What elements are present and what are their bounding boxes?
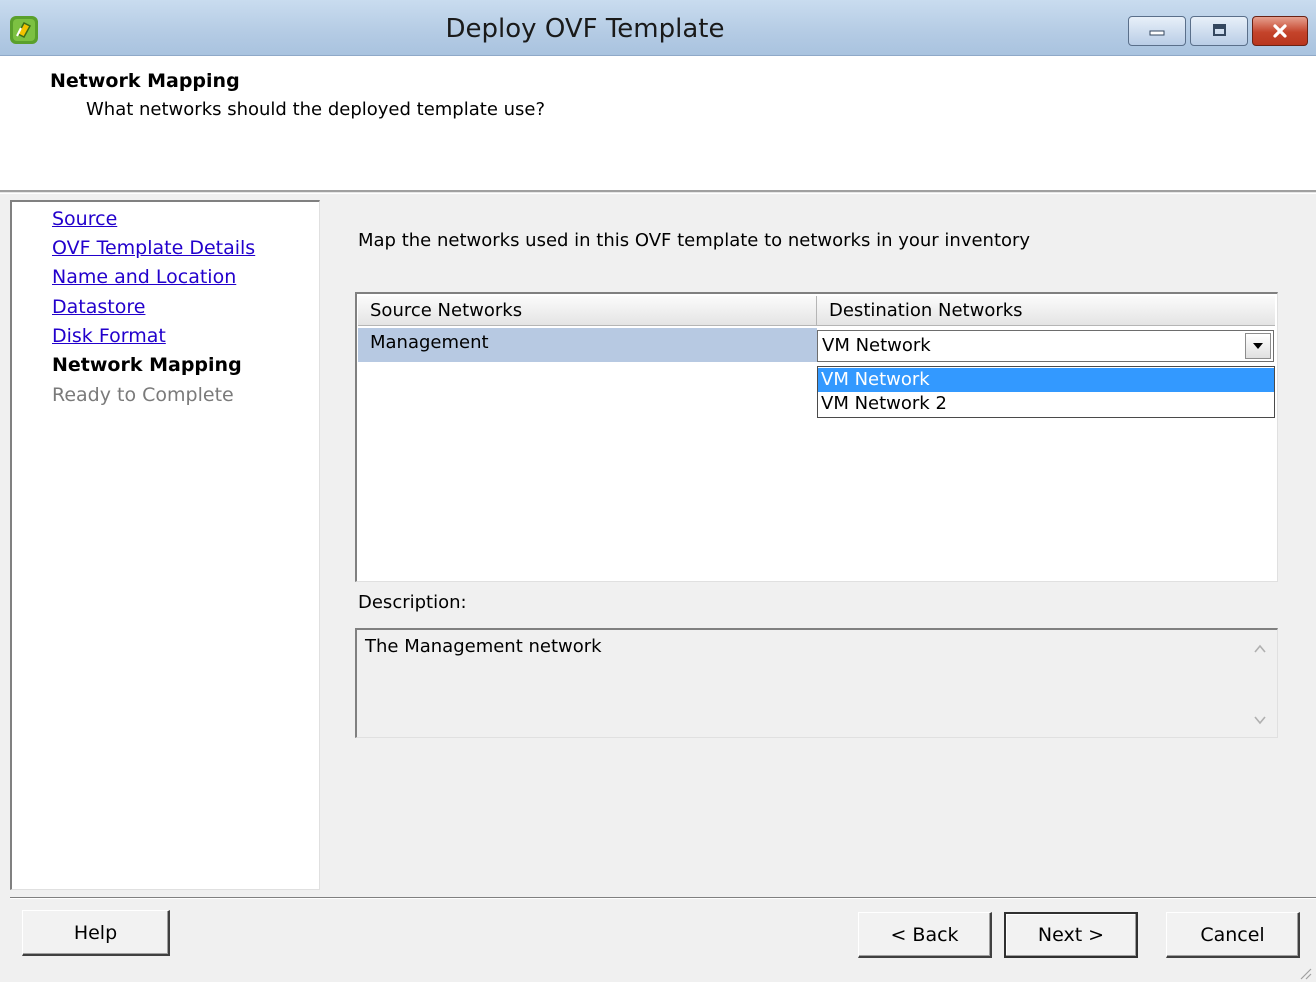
table-row[interactable]: Management xyxy=(358,328,817,362)
title-bar[interactable]: Deploy OVF Template xyxy=(0,0,1316,56)
description-box[interactable]: The Management network xyxy=(355,628,1278,738)
maximize-button[interactable] xyxy=(1190,16,1248,46)
nav-step-network-mapping: Network Mapping xyxy=(52,354,242,376)
dropdown-arrow-button[interactable] xyxy=(1245,333,1271,359)
footer-divider xyxy=(10,897,1316,899)
resize-grip-icon[interactable] xyxy=(1296,964,1312,980)
nav-step-source[interactable]: Source xyxy=(52,208,117,230)
destination-network-value: VM Network xyxy=(822,335,931,356)
next-button[interactable]: Next > xyxy=(1004,912,1138,958)
column-header-destination-networks[interactable]: Destination Networks xyxy=(817,296,1275,326)
nav-step-name-and-location[interactable]: Name and Location xyxy=(52,266,236,288)
header-divider xyxy=(0,190,1316,193)
back-button[interactable]: < Back xyxy=(858,912,992,958)
network-mapping-table: Source Networks Destination Networks Man… xyxy=(355,292,1278,582)
nav-step-datastore[interactable]: Datastore xyxy=(52,296,145,318)
close-icon xyxy=(1273,24,1287,38)
close-button[interactable] xyxy=(1252,16,1308,46)
scroll-down-arrow-icon[interactable] xyxy=(1251,711,1269,729)
destination-network-select[interactable]: VM Network xyxy=(817,330,1274,362)
column-header-source-networks[interactable]: Source Networks xyxy=(358,296,817,326)
wizard-header: Network Mapping What networks should the… xyxy=(0,56,1316,192)
wizard-steps-nav: Source OVF Template Details Name and Loc… xyxy=(10,200,320,890)
window-title: Deploy OVF Template xyxy=(445,14,725,44)
destination-network-options: VM Network VM Network 2 xyxy=(817,366,1275,418)
scroll-up-arrow-icon[interactable] xyxy=(1251,640,1269,658)
minimize-button[interactable] xyxy=(1128,16,1186,46)
description-label: Description: xyxy=(358,592,467,613)
nav-step-ovf-template-details[interactable]: OVF Template Details xyxy=(52,237,255,259)
chevron-down-icon xyxy=(1253,343,1263,349)
dropdown-option-vm-network[interactable]: VM Network xyxy=(818,368,1274,392)
step-subtitle: What networks should the deployed templa… xyxy=(86,99,546,120)
help-button[interactable]: Help xyxy=(22,910,170,956)
source-network-cell: Management xyxy=(370,332,489,353)
description-text: The Management network xyxy=(365,636,602,657)
nav-step-ready-to-complete: Ready to Complete xyxy=(52,384,234,406)
mapping-instruction: Map the networks used in this OVF templa… xyxy=(358,230,1031,251)
cancel-button[interactable]: Cancel xyxy=(1166,912,1300,958)
step-title: Network Mapping xyxy=(50,70,240,92)
minimize-icon xyxy=(1149,30,1165,36)
nav-step-disk-format[interactable]: Disk Format xyxy=(52,325,166,347)
dropdown-option-vm-network-2[interactable]: VM Network 2 xyxy=(818,392,1274,416)
maximize-icon xyxy=(1213,24,1226,36)
